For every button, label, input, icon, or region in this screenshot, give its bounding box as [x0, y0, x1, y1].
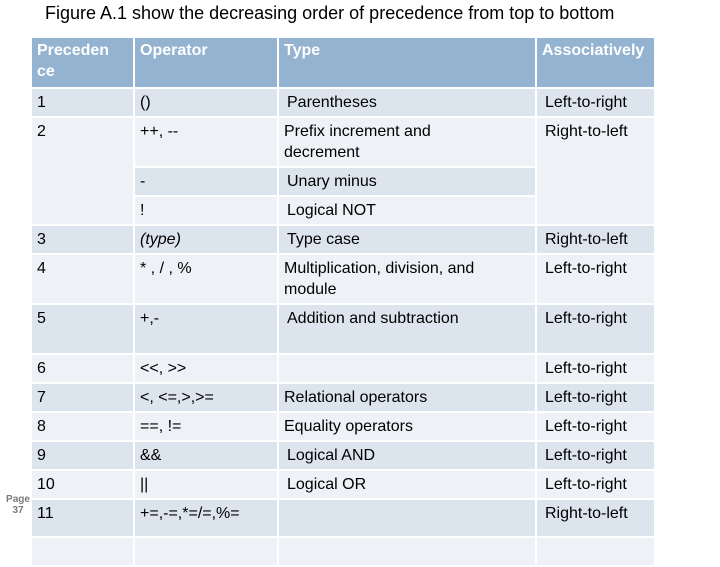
assoc-cell: Right-to-left — [537, 226, 656, 255]
type-cell: Multiplication, division, and module — [279, 255, 537, 305]
figure-title: Figure A.1 show the decreasing order of … — [45, 3, 615, 23]
assoc-cell: Left-to-right — [537, 471, 656, 500]
assoc-cell: Left-to-right — [537, 255, 656, 305]
table-row: 7 <, <=,>,>= Relational operators Left-t… — [32, 384, 656, 413]
type-cell: Prefix increment and decrement — [279, 118, 537, 168]
header-type: Type — [279, 38, 537, 89]
assoc-cell — [537, 538, 656, 567]
table-row: 4 * , / , % Multiplication, division, an… — [32, 255, 656, 305]
operator-cell: +,- — [135, 305, 279, 355]
precedence-cell: 10 — [32, 471, 135, 500]
assoc-cell: Left-to-right — [537, 355, 656, 384]
type-cell: Addition and subtraction — [279, 305, 537, 355]
type-cell: Equality operators — [279, 413, 537, 442]
precedence-cell: 7 — [32, 384, 135, 413]
type-cell: Logical NOT — [279, 197, 537, 226]
operator-cell: +=,-=,*=/=,%= — [135, 500, 279, 538]
precedence-table: Preceden ce Operator Type Associatively … — [32, 38, 656, 567]
header-operator: Operator — [135, 38, 279, 89]
operator-cell: * , / , % — [135, 255, 279, 305]
table-header-row: Preceden ce Operator Type Associatively — [32, 38, 656, 89]
assoc-cell: Left-to-right — [537, 384, 656, 413]
type-cell: Logical OR — [279, 471, 537, 500]
precedence-cell: 1 — [32, 89, 135, 118]
table-row: 6 <<, >> Left-to-right — [32, 355, 656, 384]
table-row: 10 || Logical OR Left-to-right — [32, 471, 656, 500]
assoc-cell: Left-to-right — [537, 305, 656, 355]
header-associativity: Associatively — [537, 38, 656, 89]
table-row: 5 +,- Addition and subtraction Left-to-r… — [32, 305, 656, 355]
precedence-cell: 4 — [32, 255, 135, 305]
precedence-cell: 6 — [32, 355, 135, 384]
precedence-cell: 11 — [32, 500, 135, 538]
operator-cell: ++, -- — [135, 118, 279, 168]
assoc-cell: Left-to-right — [537, 413, 656, 442]
precedence-cell: 5 — [32, 305, 135, 355]
precedence-cell: 9 — [32, 442, 135, 471]
precedence-cell: 3 — [32, 226, 135, 255]
table-row — [32, 538, 656, 567]
precedence-cell: 8 — [32, 413, 135, 442]
type-cell — [279, 538, 537, 567]
operator-cell: () — [135, 89, 279, 118]
type-cell: Type case — [279, 226, 537, 255]
table-row: 8 ==, != Equality operators Left-to-righ… — [32, 413, 656, 442]
type-cell: Unary minus — [279, 168, 537, 197]
type-cell: Parentheses — [279, 89, 537, 118]
type-cell: Relational operators — [279, 384, 537, 413]
table-row: 1 () Parentheses Left-to-right — [32, 89, 656, 118]
header-precedence: Preceden ce — [32, 38, 135, 89]
precedence-cell: 2 — [32, 118, 135, 226]
operator-cell: - — [135, 168, 279, 197]
type-cell: Logical AND — [279, 442, 537, 471]
assoc-cell: Left-to-right — [537, 442, 656, 471]
assoc-cell: Left-to-right — [537, 89, 656, 118]
operator-cell: (type) — [135, 226, 279, 255]
table-row: 2 ++, -- Prefix increment and decrement … — [32, 118, 656, 226]
table-row: 3 (type) Type case Right-to-left — [32, 226, 656, 255]
operator-cell: && — [135, 442, 279, 471]
page-number-label: Page 37 — [0, 494, 36, 516]
page-number: 37 — [12, 505, 24, 516]
operator-cell: <<, >> — [135, 355, 279, 384]
operator-cell: ! — [135, 197, 279, 226]
operator-cell: ==, != — [135, 413, 279, 442]
assoc-cell: Right-to-left — [537, 500, 656, 538]
type-cell — [279, 500, 537, 538]
table-row: 11 +=,-=,*=/=,%= Right-to-left — [32, 500, 656, 538]
page-label-text: Page — [6, 494, 30, 505]
type-cell — [279, 355, 537, 384]
assoc-cell: Right-to-left — [537, 118, 656, 226]
precedence-cell — [32, 538, 135, 567]
operator-cell — [135, 538, 279, 567]
table-row: 9 && Logical AND Left-to-right — [32, 442, 656, 471]
operator-cell: || — [135, 471, 279, 500]
operator-cell: <, <=,>,>= — [135, 384, 279, 413]
